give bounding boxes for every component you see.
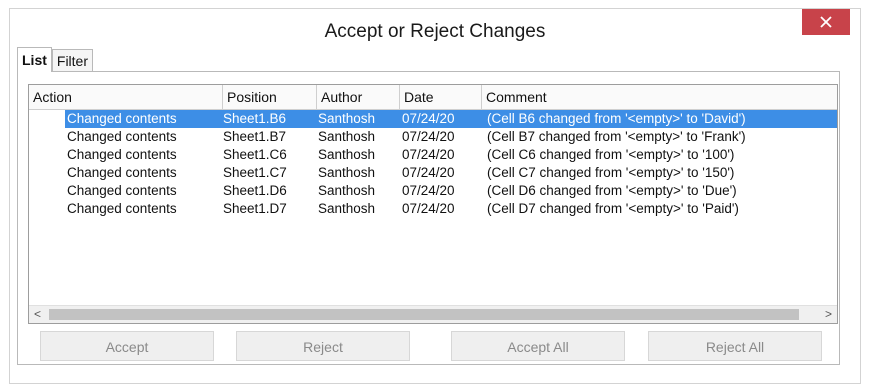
horizontal-scrollbar[interactable]: < > — [29, 305, 837, 323]
scrollbar-thumb[interactable] — [49, 309, 799, 320]
table-row[interactable]: Changed contents Sheet1.B7 Santhosh 07/2… — [29, 128, 837, 146]
cell-action: Changed contents — [67, 165, 177, 180]
accept-all-button[interactable]: Accept All — [451, 331, 625, 361]
table-row[interactable]: Changed contents Sheet1.B6 Santhosh 07/2… — [29, 110, 837, 128]
cell-date: 07/24/20 — [402, 165, 455, 180]
cell-date: 07/24/20 — [402, 183, 455, 198]
cell-comment: (Cell B7 changed from '<empty>' to 'Fran… — [487, 129, 746, 144]
table-row[interactable]: Changed contents Sheet1.C6 Santhosh 07/2… — [29, 146, 837, 164]
cell-position: Sheet1.C7 — [223, 165, 287, 180]
cell-comment: (Cell D6 changed from '<empty>' to 'Due'… — [487, 183, 737, 198]
cell-position: Sheet1.B7 — [223, 129, 287, 144]
tab-filter[interactable]: Filter — [51, 49, 94, 72]
tab-strip: List Filter — [17, 47, 94, 72]
cell-author: Santhosh — [318, 147, 376, 162]
changes-list[interactable]: Action Position Author Date Comment Chan… — [28, 84, 838, 324]
title-bar: Accept or Reject Changes — [10, 9, 860, 53]
column-header-date[interactable]: Date — [400, 85, 482, 109]
cell-action: Changed contents — [67, 183, 177, 198]
cell-author: Santhosh — [318, 129, 376, 144]
cell-author: Santhosh — [318, 111, 376, 126]
cell-date: 07/24/20 — [402, 111, 455, 126]
cell-action: Changed contents — [67, 201, 177, 216]
cell-comment: (Cell C6 changed from '<empty>' to '100'… — [487, 147, 735, 162]
cell-position: Sheet1.B6 — [223, 111, 287, 126]
list-header: Action Position Author Date Comment — [29, 85, 837, 110]
cell-action: Changed contents — [67, 147, 177, 162]
chevron-left-icon[interactable]: < — [29, 306, 46, 323]
list-rows: Changed contents Sheet1.B6 Santhosh 07/2… — [29, 110, 837, 218]
tab-list[interactable]: List — [17, 47, 52, 72]
cell-position: Sheet1.D6 — [223, 183, 287, 198]
cell-position: Sheet1.D7 — [223, 201, 287, 216]
table-row[interactable]: Changed contents Sheet1.D6 Santhosh 07/2… — [29, 182, 837, 200]
cell-comment: (Cell D7 changed from '<empty>' to 'Paid… — [487, 201, 739, 216]
column-header-position[interactable]: Position — [223, 85, 317, 109]
cell-action: Changed contents — [67, 111, 177, 126]
column-header-action[interactable]: Action — [29, 85, 223, 109]
dialog-title: Accept or Reject Changes — [324, 21, 546, 42]
column-header-comment[interactable]: Comment — [482, 85, 837, 109]
cell-author: Santhosh — [318, 183, 376, 198]
table-row[interactable]: Changed contents Sheet1.C7 Santhosh 07/2… — [29, 164, 837, 182]
cell-date: 07/24/20 — [402, 147, 455, 162]
accept-button[interactable]: Accept — [40, 331, 214, 361]
table-row[interactable]: Changed contents Sheet1.D7 Santhosh 07/2… — [29, 200, 837, 218]
column-header-author[interactable]: Author — [317, 85, 400, 109]
cell-action: Changed contents — [67, 129, 177, 144]
cell-date: 07/24/20 — [402, 201, 455, 216]
reject-all-button[interactable]: Reject All — [648, 331, 822, 361]
chevron-right-icon[interactable]: > — [820, 306, 837, 323]
close-icon — [820, 16, 832, 28]
cell-date: 07/24/20 — [402, 129, 455, 144]
close-button[interactable] — [802, 9, 850, 35]
cell-comment: (Cell C7 changed from '<empty>' to '150'… — [487, 165, 735, 180]
cell-author: Santhosh — [318, 165, 376, 180]
cell-position: Sheet1.C6 — [223, 147, 287, 162]
cell-author: Santhosh — [318, 201, 376, 216]
cell-comment: (Cell B6 changed from '<empty>' to 'Davi… — [487, 111, 746, 126]
reject-button[interactable]: Reject — [236, 331, 410, 361]
